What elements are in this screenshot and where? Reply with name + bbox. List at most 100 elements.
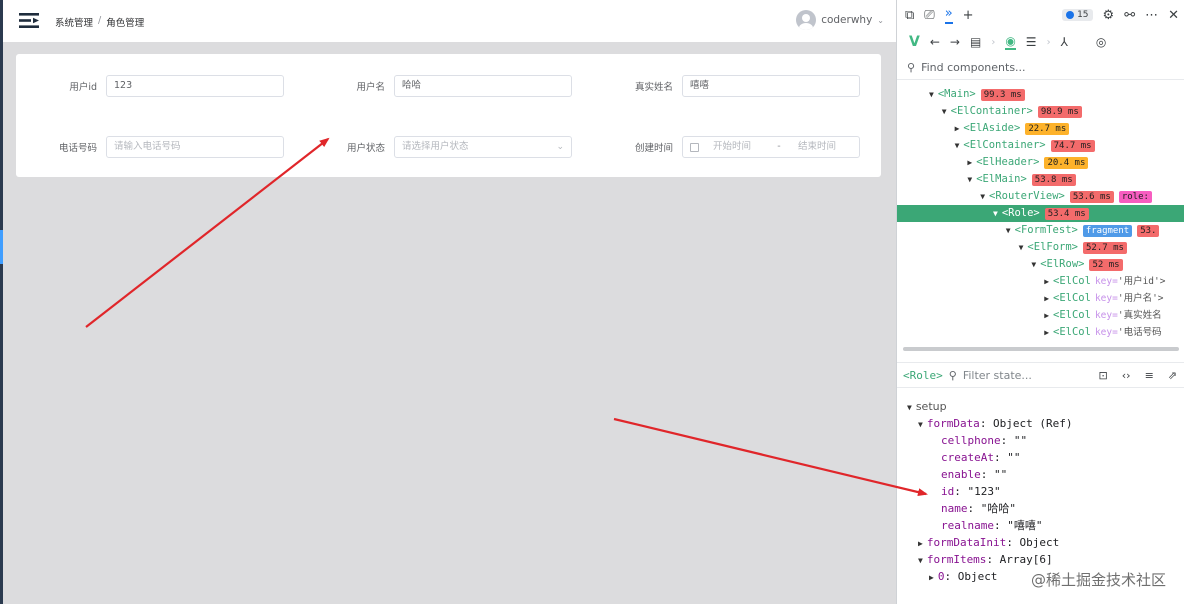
expand-icon[interactable]: ▶ — [929, 573, 934, 582]
tree-node-name: <RouterView> — [989, 190, 1065, 202]
state-property[interactable]: ▼ formData: Object (Ref) — [918, 415, 1073, 432]
date-range-end[interactable]: 结束时间 — [789, 137, 845, 157]
form-item-user-id: 用户id 123 — [16, 75, 284, 97]
tree-node[interactable]: ▼ <Role> 53.4 ms — [897, 205, 1184, 222]
tree-node[interactable]: ▶ <ElCol key='电话号码 — [897, 324, 1184, 341]
tree-node[interactable]: ▼ <FormTest> fragment 53. — [897, 222, 1184, 239]
expand-icon[interactable]: ▶ — [1044, 328, 1049, 337]
state-value: : "" — [980, 468, 1008, 481]
state-property[interactable]: ▶ formDataInit: Object — [918, 534, 1059, 551]
state-property[interactable]: ▼ formItems: Array[6] — [918, 551, 1053, 568]
customize-icon[interactable]: ⚯ — [1124, 9, 1135, 22]
selected-component-name: <Role> — [903, 368, 943, 382]
expand-icon[interactable]: ▶ — [1044, 311, 1049, 320]
user-id-input[interactable]: 123 — [106, 75, 284, 97]
menu-button[interactable]: ⋯ — [1145, 9, 1158, 22]
tree-node[interactable]: ▼ <ElContainer> 74.7 ms — [897, 137, 1184, 154]
breadcrumb-item-system[interactable]: 系统管理 — [55, 15, 93, 29]
tree-scrollbar[interactable] — [903, 347, 1179, 351]
app-selector-icon[interactable]: ▤ — [970, 35, 981, 49]
expand-icon[interactable]: ▶ — [918, 539, 923, 548]
collapse-icon[interactable]: ▼ — [929, 90, 934, 99]
username[interactable]: coderwhy — [821, 14, 872, 26]
close-devtools-button[interactable]: ✕ — [1168, 9, 1179, 22]
render-time-badge: 22.7 ms — [1025, 123, 1070, 135]
tree-node[interactable]: ▼ <ElContainer> 98.9 ms — [897, 103, 1184, 120]
expand-icon[interactable]: ▶ — [967, 158, 972, 167]
expand-icon[interactable]: ▶ — [1044, 294, 1049, 303]
tree-node-name: <Role> — [1001, 207, 1040, 219]
more-tabs-button[interactable]: » — [944, 7, 953, 24]
tree-node[interactable]: ▼ <ElMain> 53.8 ms — [897, 171, 1184, 188]
render-time-badge: fragment — [1082, 225, 1133, 237]
state-property[interactable]: realname: "嘻嘻" — [941, 517, 1042, 534]
target-icon[interactable]: ◎ — [1096, 35, 1106, 49]
create-at-date-range[interactable]: 开始时间 - 结束时间 — [682, 136, 860, 158]
scroll-to-icon[interactable]: ⊡ — [1099, 369, 1108, 382]
tree-node-name: <ElCol — [1053, 292, 1091, 304]
form-label: 创建时间 — [634, 143, 673, 154]
back-button[interactable]: ← — [930, 35, 940, 49]
username-input[interactable]: 哈哈 — [394, 75, 572, 97]
state-key: realname — [941, 519, 994, 532]
state-property[interactable]: enable: "" — [941, 466, 1007, 483]
cellphone-input[interactable]: 请输入电话号码 — [106, 136, 284, 158]
expand-icon[interactable]: ▶ — [1044, 277, 1049, 286]
issues-badge[interactable]: 15 — [1062, 9, 1093, 21]
issues-count: 15 — [1077, 10, 1089, 20]
tree-node[interactable]: ▶ <ElAside> 22.7 ms — [897, 120, 1184, 137]
collapse-icon[interactable]: ▼ — [918, 556, 923, 565]
collapse-icon[interactable]: ▼ — [907, 403, 912, 412]
collapse-icon[interactable]: ▼ — [1006, 226, 1011, 235]
tree-node[interactable]: ▼ <RouterView> 53.6 ms role: — [897, 188, 1184, 205]
tree-node[interactable]: ▶ <ElCol key='用户id'> — [897, 273, 1184, 290]
state-property[interactable]: id: "123" — [941, 483, 1001, 500]
tree-node[interactable]: ▶ <ElCol key='真实姓名 — [897, 307, 1184, 324]
date-range-start[interactable]: 开始时间 — [713, 137, 769, 157]
screencast-icon[interactable]: ⧉ — [905, 9, 914, 22]
find-components-bar[interactable]: ⚲ Find components... — [897, 56, 1184, 80]
avatar-icon[interactable] — [796, 10, 817, 30]
state-property[interactable]: cellphone: "" — [941, 432, 1027, 449]
tree-node[interactable]: ▼ <Main> 99.3 ms — [897, 86, 1184, 103]
tree-node[interactable]: ▼ <ElForm> 52.7 ms — [897, 239, 1184, 256]
collapse-icon[interactable]: ▼ — [993, 209, 998, 218]
user-dropdown[interactable]: coderwhy ⌄ — [796, 10, 884, 30]
expand-icon[interactable]: ▶ — [955, 124, 960, 133]
tree-node[interactable]: ▼ <ElRow> 52 ms — [897, 256, 1184, 273]
menu-fold-icon[interactable] — [19, 13, 39, 28]
collapse-icon[interactable]: ▼ — [967, 175, 972, 184]
tree-node[interactable]: ▶ <ElCol key='用户名'> — [897, 290, 1184, 307]
code-icon[interactable]: ‹› — [1122, 369, 1131, 382]
collapse-icon[interactable]: ▼ — [980, 192, 985, 201]
collapse-icon[interactable]: ▼ — [918, 420, 923, 429]
vue-logo-icon[interactable]: V — [909, 34, 920, 50]
add-tab-button[interactable]: + — [963, 9, 974, 22]
form-item-username: 用户名 哈哈 — [304, 75, 572, 97]
filter-state-input[interactable]: Filter state... — [963, 369, 1093, 382]
status-select[interactable]: 请选择用户状态 ⌄ — [394, 136, 572, 158]
realname-input[interactable]: 嘻嘻 — [682, 75, 860, 97]
open-in-editor-icon[interactable]: ⇗ — [1168, 369, 1177, 382]
collapse-icon[interactable]: ▼ — [1031, 260, 1036, 269]
collapse-icon[interactable]: ▼ — [955, 141, 960, 150]
search-form-card: 用户id 123 用户名 哈哈 真实姓名 嘻嘻 电话号码 请输入电话号码 用户状… — [16, 54, 881, 177]
settings-gear-icon[interactable]: ⚙ — [1103, 9, 1115, 22]
forward-button[interactable]: → — [950, 35, 960, 49]
tree-node-key-value: '真实姓名 — [1117, 310, 1162, 321]
routes-icon[interactable]: ⅄ — [1061, 35, 1068, 49]
chevron-down-icon[interactable]: ⌄ — [877, 16, 884, 25]
list-icon[interactable]: ≡ — [1145, 369, 1154, 382]
components-compass-icon[interactable]: ◉ — [1005, 34, 1016, 50]
device-toolbar-icon[interactable]: ⎚ — [924, 9, 934, 22]
find-components-input[interactable]: Find components... — [921, 61, 1025, 74]
breadcrumb-separator: / — [98, 15, 102, 26]
timeline-icon[interactable]: ☰ — [1026, 35, 1037, 49]
state-property[interactable]: name: "哈哈" — [941, 500, 1016, 517]
tree-node[interactable]: ▶ <ElHeader> 20.4 ms — [897, 154, 1184, 171]
collapse-icon[interactable]: ▼ — [1019, 243, 1024, 252]
collapse-icon[interactable]: ▼ — [942, 107, 947, 116]
state-section[interactable]: ▼ setup — [907, 398, 947, 415]
state-property[interactable]: createAt: "" — [941, 449, 1020, 466]
state-property[interactable]: ▶ 0: Object — [929, 568, 997, 585]
